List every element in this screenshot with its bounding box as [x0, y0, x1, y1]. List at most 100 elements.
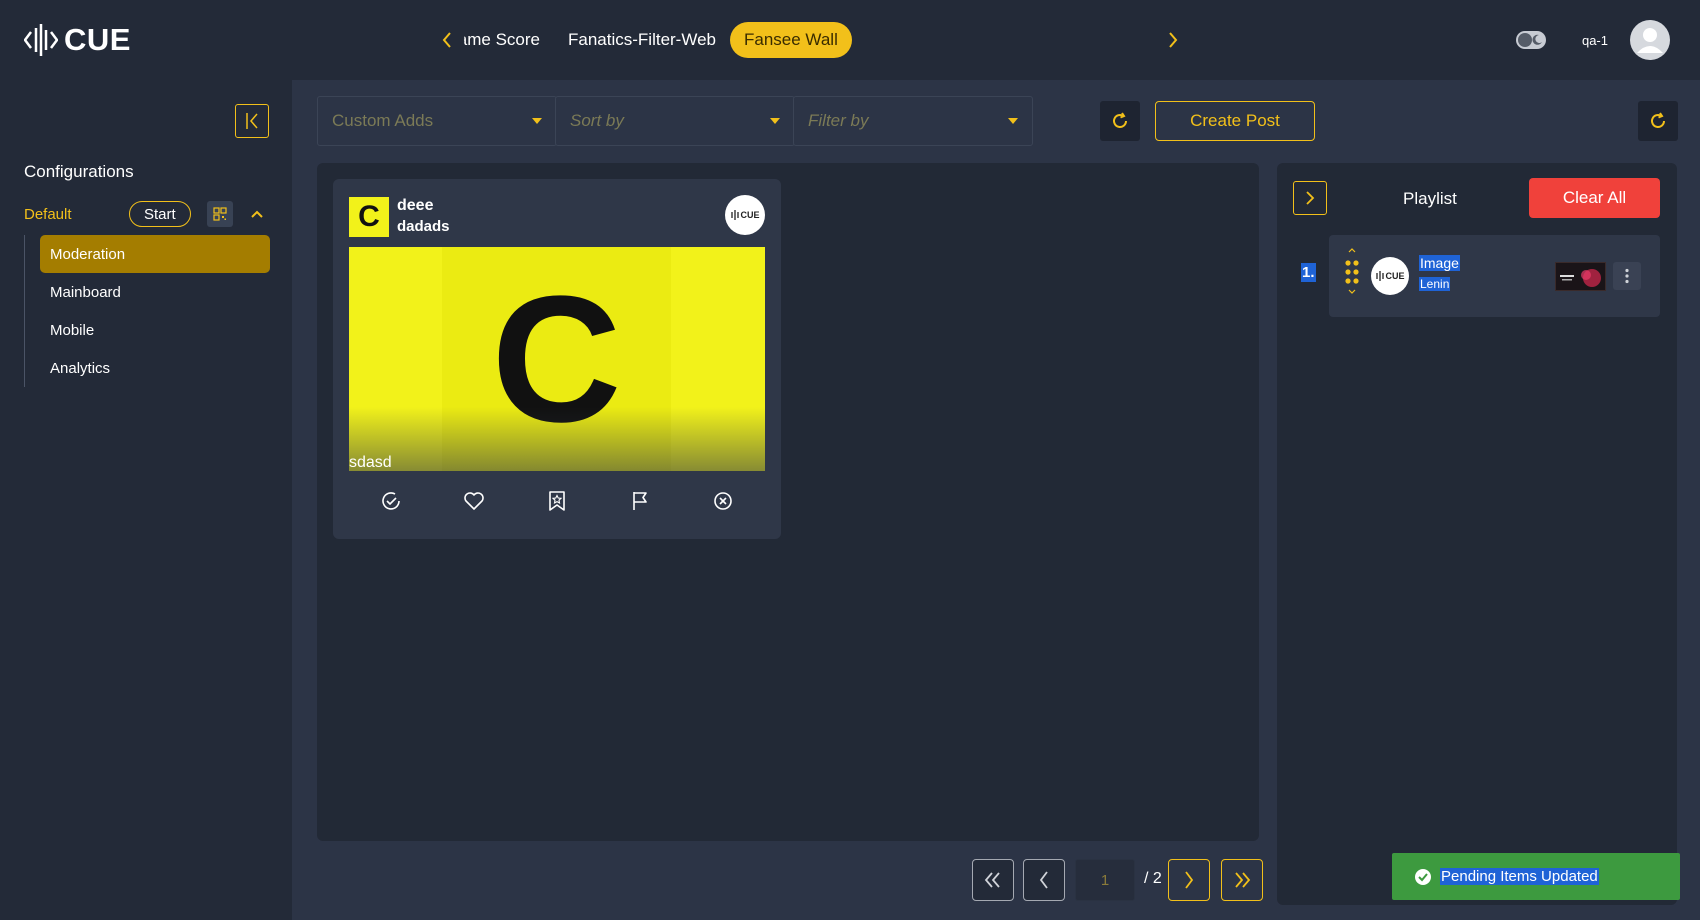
playlist-item[interactable]: CUE Image Lenin	[1329, 235, 1660, 317]
badge-text: CUE	[740, 210, 760, 220]
filter-by-placeholder: Filter by	[808, 111, 869, 130]
qr-code-button[interactable]	[206, 201, 233, 227]
last-page-button[interactable]	[1221, 859, 1263, 901]
playlist-title: Playlist	[1403, 189, 1457, 208]
bookmark-button[interactable]	[543, 487, 571, 515]
close-circle-icon	[714, 492, 733, 510]
sidebar-item-mobile[interactable]: Mobile	[40, 311, 270, 349]
chevron-right-icon	[1306, 191, 1315, 205]
caret-down-icon	[532, 118, 542, 124]
post-author-avatar: C	[349, 197, 389, 237]
sidebar-collapse-button[interactable]	[235, 104, 269, 138]
sidebar-nav: Moderation Mainboard Mobile Analytics	[24, 235, 270, 387]
flag-button[interactable]	[626, 487, 654, 515]
thumbnail-image	[1556, 263, 1605, 290]
caret-down-icon	[1008, 118, 1018, 124]
tabs-next-button[interactable]	[1156, 20, 1190, 60]
person-icon	[1637, 28, 1663, 53]
next-page-button[interactable]	[1168, 859, 1210, 901]
refresh-feed-button[interactable]	[1100, 101, 1140, 141]
image-fade	[349, 407, 765, 471]
flag-icon	[633, 492, 647, 510]
config-row: Default Start	[24, 200, 274, 228]
refresh-icon	[1651, 112, 1665, 128]
clear-all-button[interactable]: Clear All	[1529, 178, 1660, 218]
check-circle-icon	[381, 492, 400, 510]
chevron-up-icon	[250, 210, 263, 218]
moon-icon	[1532, 34, 1542, 45]
user-avatar[interactable]	[1630, 20, 1670, 60]
user-name: qa-1	[1581, 32, 1608, 48]
config-tabs: Game Score Fanatics-Filter-Web Fansee Wa…	[430, 20, 1190, 60]
page-total: / 2	[1144, 870, 1162, 887]
refresh-playlist-button[interactable]	[1638, 101, 1678, 141]
main-content: Custom Adds Sort by Filter by Create Pos…	[292, 80, 1700, 920]
qr-code-icon	[213, 207, 227, 221]
config-name[interactable]: Default	[24, 206, 129, 223]
post-header: C deee dadads CUE	[349, 195, 765, 237]
post-image[interactable]: C	[349, 247, 765, 471]
sidebar-item-moderation[interactable]: Moderation	[40, 235, 270, 273]
reject-button[interactable]	[709, 487, 737, 515]
create-post-button[interactable]: Create Post	[1155, 101, 1315, 141]
theme-toggle[interactable]	[1515, 31, 1546, 49]
toast-notification: Pending Items Updated	[1392, 853, 1680, 900]
drag-dots-icon	[1345, 260, 1359, 284]
tab-fansee-wall[interactable]: Fansee Wall	[730, 22, 852, 58]
playlist-item-index: 1.	[1301, 263, 1316, 282]
badge-text: CUE	[1385, 271, 1405, 281]
chevron-left-icon	[1039, 871, 1048, 889]
tab-game-score[interactable]: Game Score	[464, 22, 554, 58]
sort-by-select[interactable]: Sort by	[555, 96, 795, 146]
toast-message: Pending Items Updated	[1440, 868, 1599, 885]
chevron-down-icon	[1348, 289, 1356, 294]
chevron-up-icon	[1348, 248, 1356, 253]
playlist-item-thumbnail[interactable]	[1555, 262, 1606, 291]
more-vertical-icon	[1625, 268, 1629, 284]
start-button[interactable]: Start	[129, 201, 191, 227]
sidebar-item-analytics[interactable]: Analytics	[40, 349, 270, 387]
sidebar-item-mainboard[interactable]: Mainboard	[40, 273, 270, 311]
collapse-config-button[interactable]	[247, 204, 267, 224]
first-page-button[interactable]	[972, 859, 1014, 901]
tabs-prev-button[interactable]	[430, 20, 464, 60]
refresh-icon	[1113, 112, 1127, 128]
drag-handle[interactable]	[1339, 247, 1365, 307]
custom-adds-placeholder: Custom Adds	[332, 111, 434, 130]
app-logo[interactable]: CUE	[24, 20, 131, 60]
custom-adds-select[interactable]: Custom Adds	[317, 96, 557, 146]
post-caption: sdasd	[349, 454, 392, 471]
chevron-right-icon	[1185, 871, 1194, 889]
post-card[interactable]: C deee dadads CUE C sdasd	[333, 179, 781, 539]
prev-page-button[interactable]	[1023, 859, 1065, 901]
post-actions	[349, 487, 765, 515]
cue-badge: CUE	[725, 195, 765, 235]
waveform-icon	[1376, 271, 1385, 281]
bookmark-star-icon	[549, 491, 565, 511]
playlist-item-name: Image	[1419, 255, 1460, 271]
playlist-expand-button[interactable]	[1293, 181, 1327, 215]
post-author-handle: dadads	[397, 218, 450, 235]
double-chevron-left-icon	[984, 872, 1000, 888]
filter-by-select[interactable]: Filter by	[793, 96, 1033, 146]
chevron-left-icon	[442, 32, 451, 48]
approve-button[interactable]	[377, 487, 405, 515]
playlist-item-menu-button[interactable]	[1613, 262, 1641, 290]
playlist-panel: Playlist Clear All 1. CUE Image Lenin	[1277, 163, 1677, 905]
page-number-input[interactable]: 1	[1075, 859, 1135, 901]
double-chevron-right-icon	[1235, 872, 1251, 888]
sort-by-placeholder: Sort by	[570, 111, 624, 130]
configurations-title: Configurations	[24, 162, 134, 181]
header-right: qa-1	[1515, 20, 1670, 60]
caret-down-icon	[770, 118, 780, 124]
post-author-name: deee	[397, 197, 434, 214]
tab-fanatics-filter-web[interactable]: Fanatics-Filter-Web	[554, 22, 730, 58]
playlist-item-badge: CUE	[1371, 257, 1409, 295]
toggle-knob	[1517, 33, 1532, 47]
playlist-item-owner: Lenin	[1419, 277, 1451, 291]
check-circle-icon	[1415, 868, 1431, 885]
top-header: CUE Game Score Fanatics-Filter-Web Fanse…	[0, 0, 1700, 80]
collapse-left-icon	[246, 113, 258, 129]
heart-icon	[463, 492, 484, 510]
like-button[interactable]	[460, 487, 488, 515]
